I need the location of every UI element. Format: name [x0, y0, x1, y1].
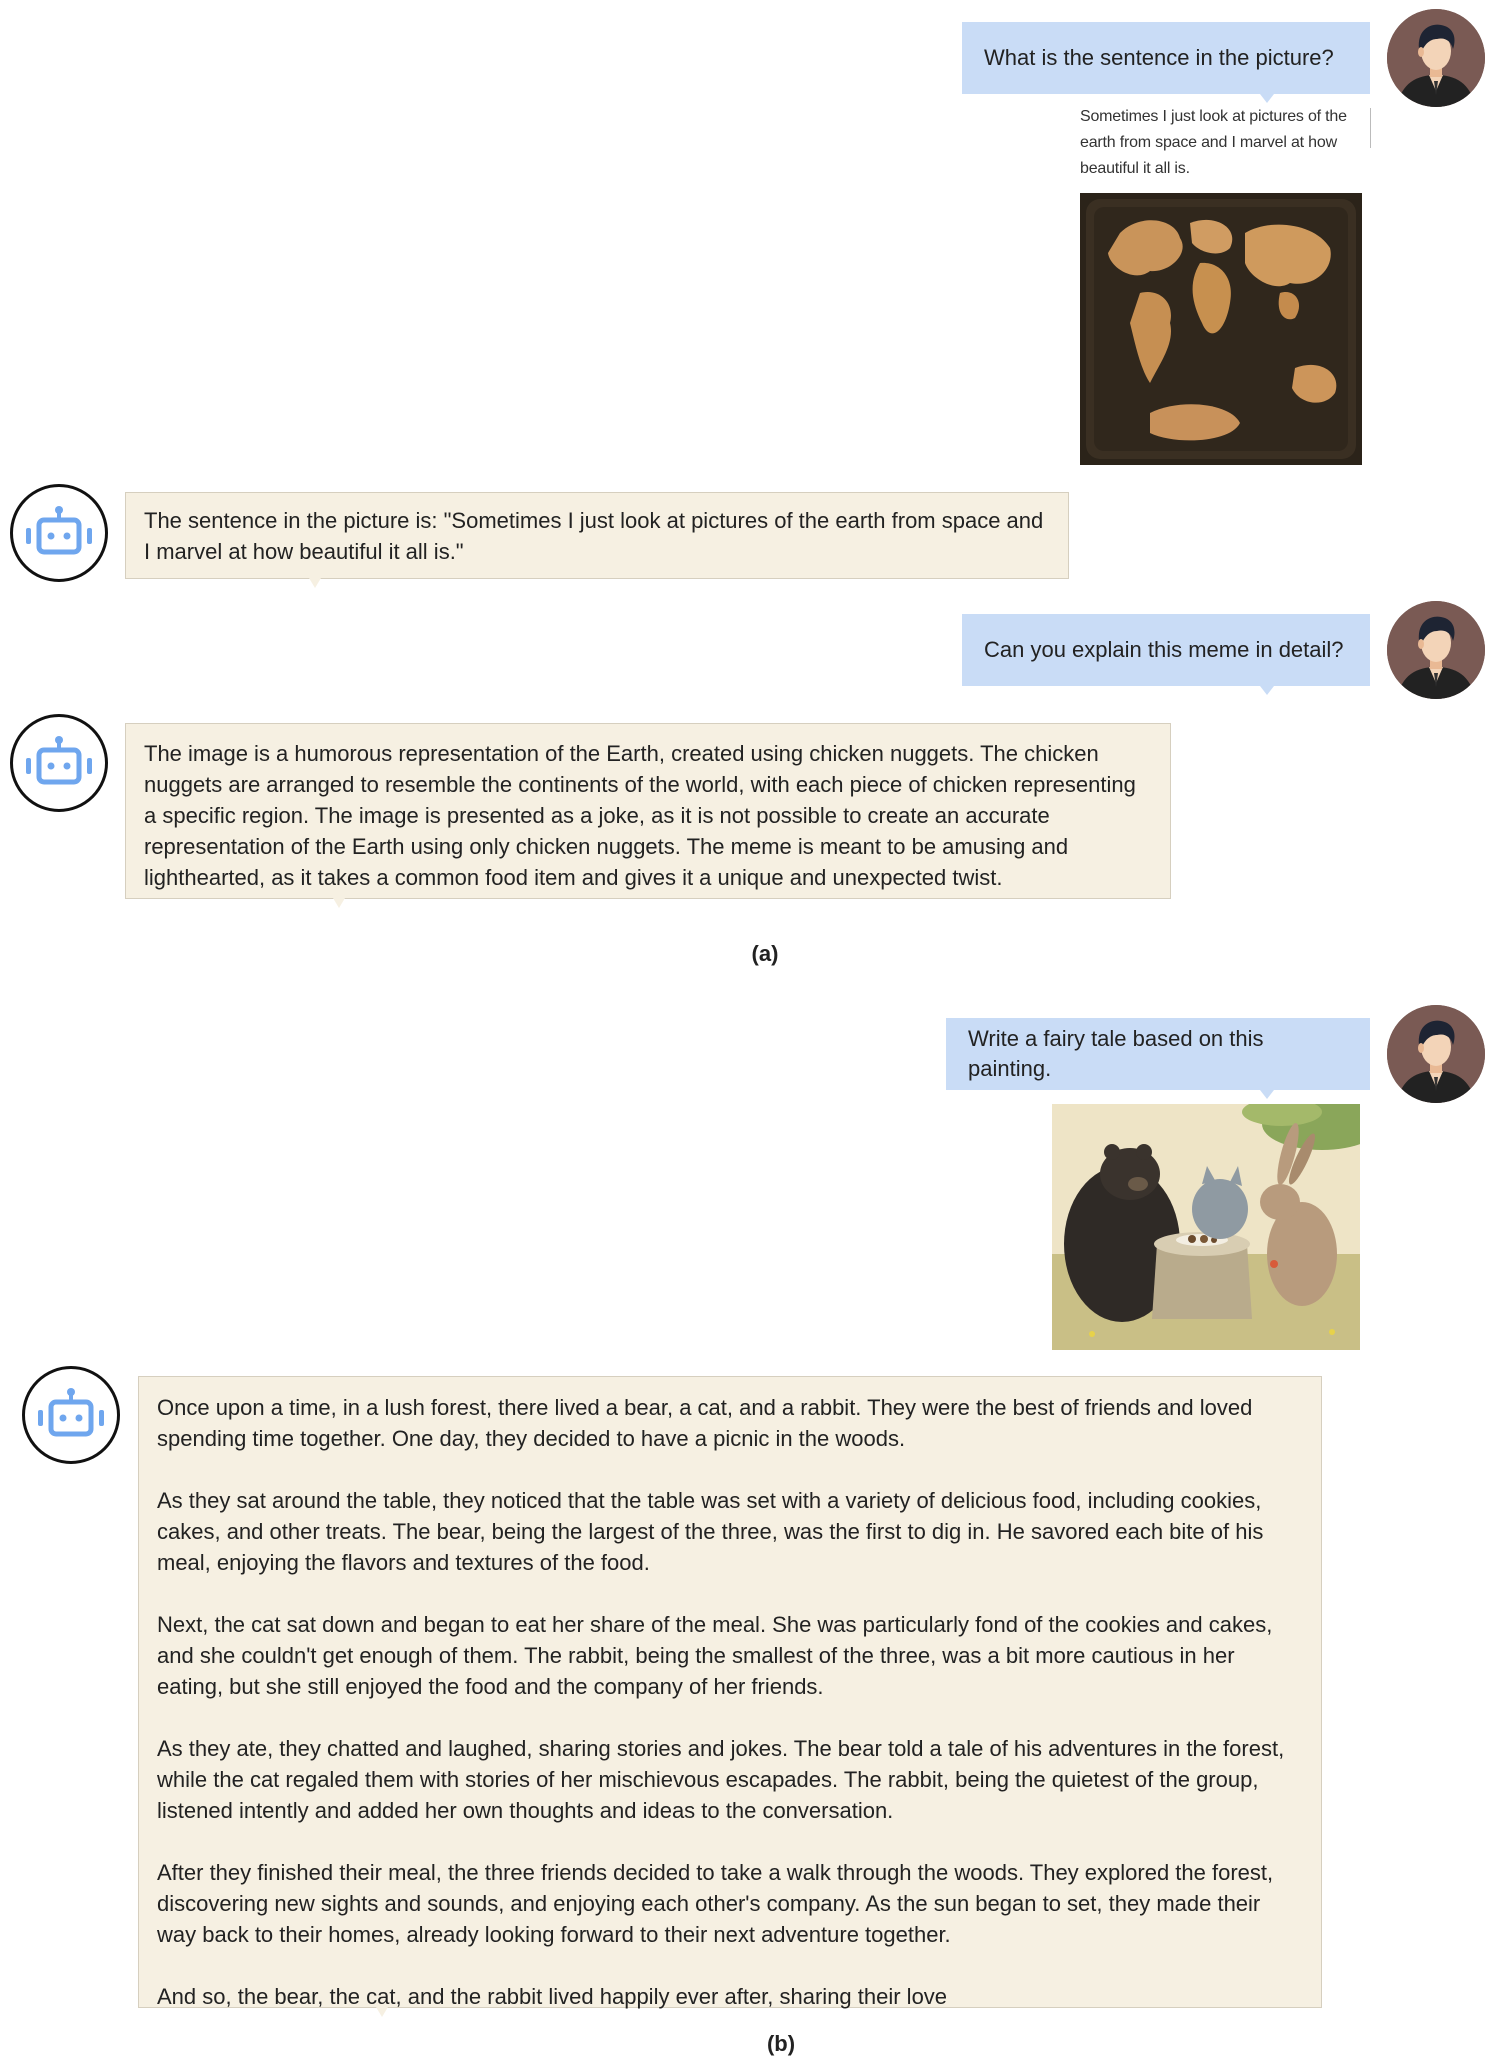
user-message-text: Can you explain this meme in detail?	[984, 637, 1344, 662]
story-paragraph: After they finished their meal, the thre…	[157, 1860, 1274, 1947]
robot-icon	[10, 714, 108, 812]
story-paragraph: As they sat around the table, they notic…	[157, 1488, 1264, 1575]
user-message-bubble: What is the sentence in the picture?	[962, 22, 1370, 103]
figure-label-a: (a)	[751, 941, 779, 966]
figure-label-b: (b)	[766, 2031, 796, 2056]
user-avatar-icon	[1387, 1005, 1485, 1103]
bot-message-text: The sentence in the picture is: "Sometim…	[144, 508, 1044, 564]
user-message-bubble: Write a fairy tale based on this paintin…	[946, 1018, 1370, 1099]
user-avatar-icon	[1387, 601, 1485, 699]
chicken-nugget-world-map-image	[1080, 193, 1362, 465]
bot-message-text: The image is a humorous representation o…	[144, 741, 1136, 890]
user-message-text: Write a fairy tale based on this paintin…	[968, 1026, 1264, 1081]
bot-message-bubble: The image is a humorous representation o…	[125, 723, 1171, 908]
story-paragraph: As they ate, they chatted and laughed, s…	[157, 1736, 1285, 1823]
user-avatar-icon	[1387, 9, 1485, 107]
user-message-bubble: Can you explain this meme in detail?	[962, 614, 1370, 695]
robot-icon	[22, 1366, 120, 1464]
meme-caption: Sometimes I just look at pictures of the…	[1080, 108, 1347, 177]
meme-divider	[1370, 108, 1371, 148]
bot-message-bubble: The sentence in the picture is: "Sometim…	[125, 492, 1069, 588]
story-paragraph: Once upon a time, in a lush forest, ther…	[157, 1395, 1253, 1451]
bear-cat-rabbit-painting-image	[1052, 1104, 1360, 1350]
story-paragraph: Next, the cat sat down and began to eat …	[157, 1612, 1273, 1699]
user-message-text: What is the sentence in the picture?	[984, 45, 1334, 70]
robot-icon	[10, 484, 108, 582]
bot-story-bubble: Once upon a time, in a lush forest, ther…	[138, 1376, 1322, 2017]
story-paragraph: And so, the bear, the cat, and the rabbi…	[157, 1984, 948, 2009]
